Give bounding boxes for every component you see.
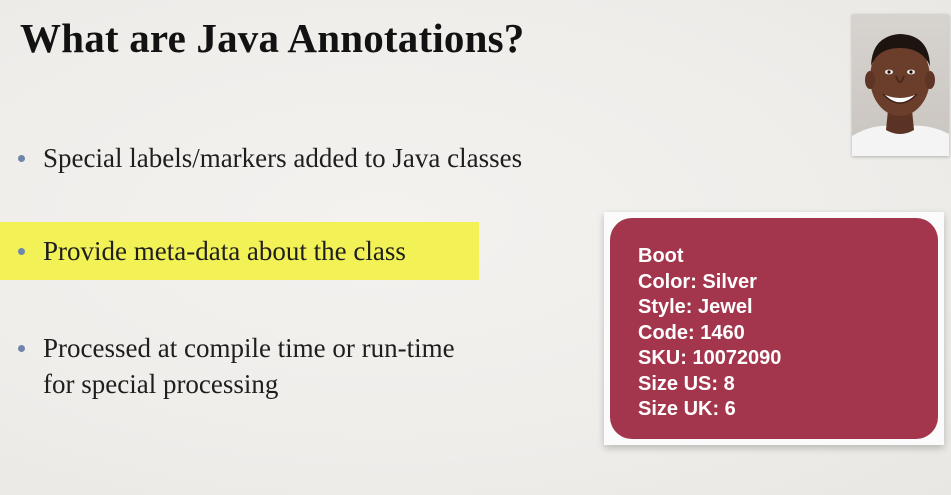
bullet-dot-icon: [18, 248, 25, 255]
label-line-sku: SKU: 10072090: [638, 347, 782, 369]
label-line-size-uk: Size UK: 6: [638, 398, 736, 420]
bullet-item-1: Special labels/markers added to Java cla…: [18, 140, 522, 176]
bullet-item-3: Processed at compile time or run-time fo…: [18, 330, 463, 402]
bullet-text: Provide meta-data about the class: [43, 236, 406, 266]
slide: What are Java Annotations? Special label…: [0, 0, 951, 495]
presenter-avatar-icon: [852, 14, 949, 156]
label-card-frame: Boot Color: Silver Style: Jewel Code: 14…: [604, 212, 944, 445]
bullet-text: Processed at compile time or run-time fo…: [43, 333, 455, 399]
label-line-product: Boot: [638, 245, 684, 267]
bullet-dot-icon: [18, 345, 25, 352]
presenter-photo: [852, 14, 949, 156]
bullet-dot-icon: [18, 155, 25, 162]
label-line-code: Code: 1460: [638, 321, 745, 344]
label-line-size-us: Size US: 8: [638, 372, 735, 395]
slide-title: What are Java Annotations?: [20, 15, 525, 61]
label-line-color: Color: Silver: [638, 270, 757, 293]
label-card-lines: Boot Color: Silver Style: Jewel Code: 14…: [638, 244, 781, 423]
bullet-item-2: Provide meta-data about the class: [18, 233, 406, 269]
label-card: Boot Color: Silver Style: Jewel Code: 14…: [610, 218, 938, 439]
label-line-style: Style: Jewel: [638, 296, 753, 318]
bullet-text: Special labels/markers added to Java cla…: [43, 143, 523, 173]
